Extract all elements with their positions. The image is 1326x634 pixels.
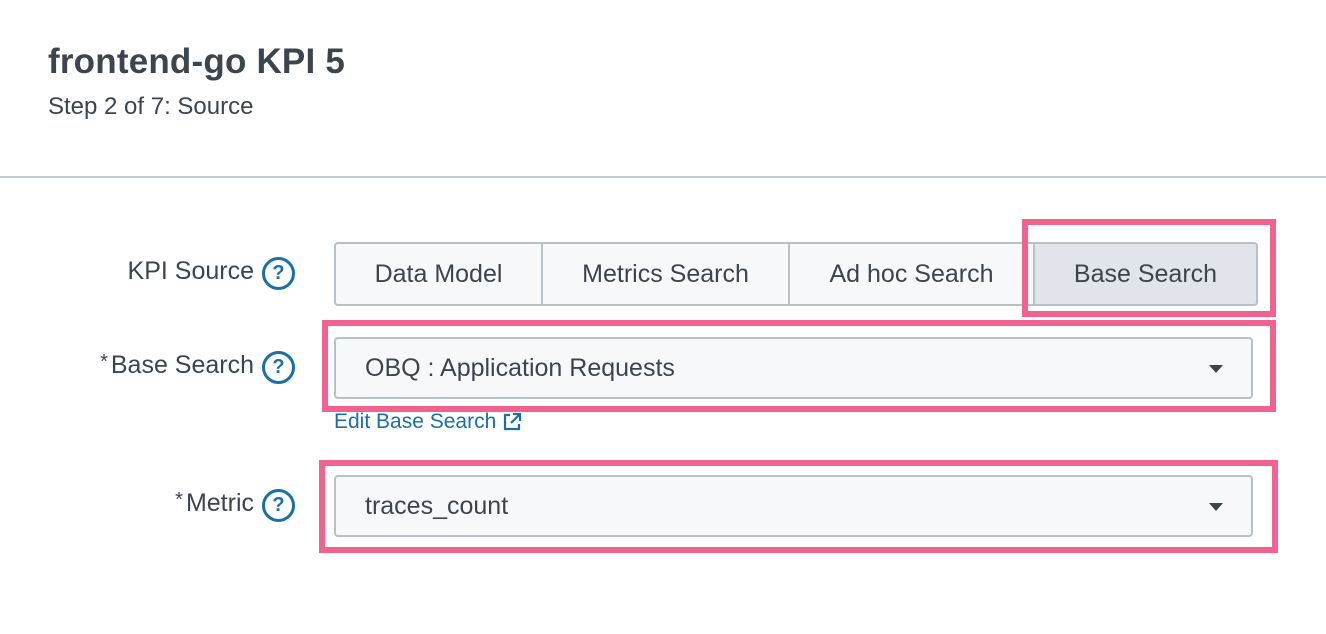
kpi-source-help-icon[interactable]: ? bbox=[262, 257, 295, 290]
required-marker: * bbox=[100, 351, 108, 373]
metric-label: * Metric bbox=[175, 489, 254, 518]
base-search-dropdown[interactable]: OBQ : Application Requests bbox=[334, 337, 1253, 399]
base-search-help-icon[interactable]: ? bbox=[262, 351, 295, 384]
metric-selected-value: traces_count bbox=[365, 492, 509, 520]
kpi-source-label-text: KPI Source bbox=[127, 257, 254, 285]
step-indicator: Step 2 of 7: Source bbox=[48, 93, 254, 120]
page-title: frontend-go KPI 5 bbox=[48, 42, 345, 81]
edit-base-search-link[interactable]: Edit Base Search bbox=[334, 410, 522, 434]
kpi-source-option-base-search[interactable]: Base Search bbox=[1035, 244, 1256, 304]
required-marker: * bbox=[175, 489, 183, 511]
kpi-source-option-ad-hoc-search[interactable]: Ad hoc Search bbox=[790, 244, 1035, 304]
kpi-source-option-metrics-search[interactable]: Metrics Search bbox=[543, 244, 790, 304]
metric-label-text: Metric bbox=[185, 489, 254, 517]
caret-down-icon bbox=[1209, 503, 1223, 511]
metric-dropdown[interactable]: traces_count bbox=[334, 475, 1253, 537]
base-search-label: * Base Search bbox=[100, 351, 254, 380]
base-search-label-text: Base Search bbox=[110, 351, 254, 379]
page-header: frontend-go KPI 5 Step 2 of 7: Source bbox=[0, 0, 1326, 178]
kpi-source-segmented-control: Data Model Metrics Search Ad hoc Search … bbox=[334, 242, 1258, 306]
base-search-selected-value: OBQ : Application Requests bbox=[365, 354, 675, 382]
metric-help-icon[interactable]: ? bbox=[262, 489, 295, 522]
caret-down-icon bbox=[1209, 365, 1223, 373]
kpi-source-option-data-model[interactable]: Data Model bbox=[336, 244, 543, 304]
external-link-icon bbox=[504, 412, 522, 431]
kpi-source-label: KPI Source bbox=[128, 257, 254, 286]
edit-base-search-link-text: Edit Base Search bbox=[334, 410, 497, 433]
